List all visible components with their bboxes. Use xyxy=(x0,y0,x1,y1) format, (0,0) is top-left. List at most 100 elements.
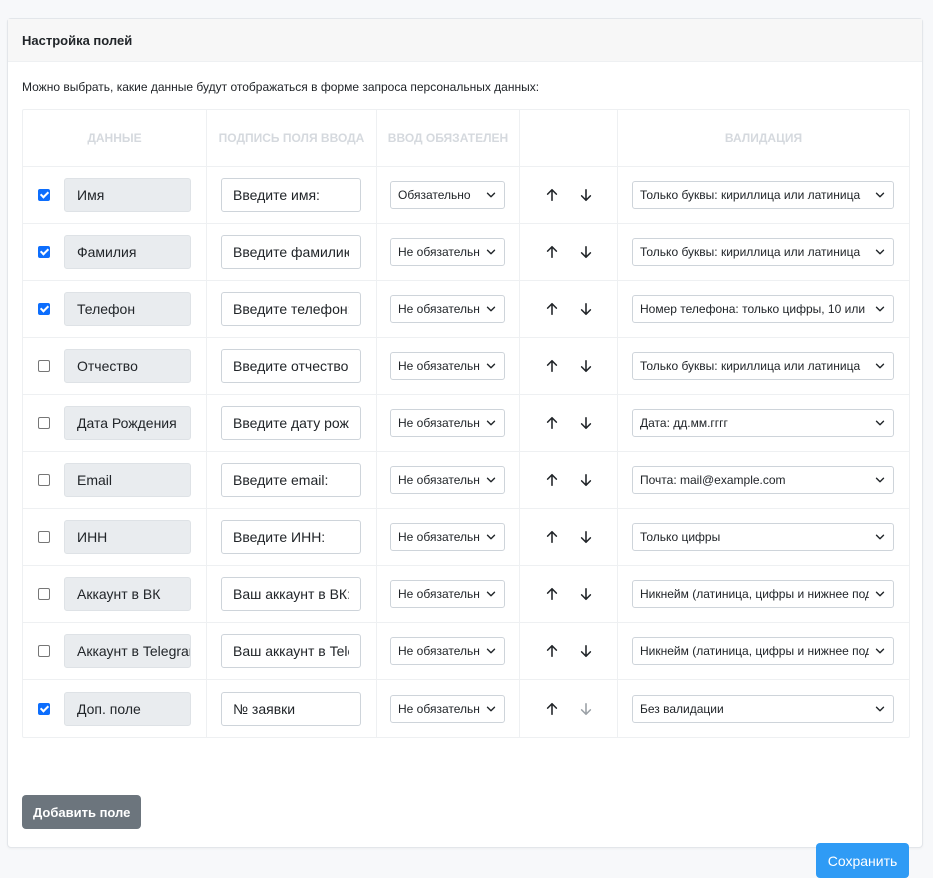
move-down-arrow-icon[interactable] xyxy=(578,643,594,659)
field-name: Отчество xyxy=(64,349,191,383)
field-name: Аккаунт в Telegram xyxy=(64,634,191,668)
move-up-arrow-icon[interactable] xyxy=(544,301,560,317)
required-select[interactable]: Не обязательно xyxy=(390,352,505,380)
required-select[interactable]: Не обязательно xyxy=(390,694,505,723)
field-enabled-checkbox[interactable] xyxy=(38,360,50,372)
header-order xyxy=(520,110,618,166)
field-enabled-checkbox[interactable] xyxy=(38,645,50,657)
cell-required: Обязательно xyxy=(377,167,520,223)
move-up-arrow-icon[interactable] xyxy=(544,701,560,717)
cell-data: Телефон xyxy=(23,281,207,337)
required-select[interactable]: Не обязательно xyxy=(390,637,505,665)
chevron-down-icon xyxy=(875,249,885,255)
required-select[interactable]: Не обязательно xyxy=(390,466,505,494)
move-up-arrow-icon[interactable] xyxy=(544,472,560,488)
required-select-value: Не обязательно xyxy=(398,587,480,601)
save-button[interactable]: Сохранить xyxy=(816,843,909,878)
required-select[interactable]: Обязательно xyxy=(390,181,505,209)
required-select[interactable]: Не обязательно xyxy=(390,295,505,323)
move-up-arrow-icon[interactable] xyxy=(544,358,560,374)
move-down-arrow-icon[interactable] xyxy=(578,301,594,317)
cell-label xyxy=(207,395,377,451)
field-label-input[interactable] xyxy=(221,406,361,440)
validation-select[interactable]: Только буквы: кириллица или латиница xyxy=(632,352,894,380)
cell-required: Не обязательно xyxy=(377,338,520,394)
validation-select[interactable]: Никнейм (латиница, цифры и нижнее подчёр… xyxy=(632,637,894,665)
cell-required: Не обязательно xyxy=(377,452,520,508)
move-down-arrow-icon[interactable] xyxy=(578,529,594,545)
field-label-input[interactable] xyxy=(221,292,361,326)
cell-order xyxy=(520,395,618,451)
field-label-input[interactable] xyxy=(221,577,361,611)
validation-select[interactable]: Только буквы: кириллица или латиница xyxy=(632,238,894,266)
field-label-input[interactable] xyxy=(221,463,361,497)
chevron-down-icon xyxy=(486,477,496,483)
move-up-arrow-icon[interactable] xyxy=(544,244,560,260)
field-name: Телефон xyxy=(64,292,191,326)
add-field-button[interactable]: Добавить поле xyxy=(22,795,142,829)
field-enabled-checkbox[interactable] xyxy=(38,303,50,315)
move-up-arrow-icon[interactable] xyxy=(544,586,560,602)
field-enabled-checkbox[interactable] xyxy=(38,531,50,543)
cell-label xyxy=(207,509,377,565)
field-label-input[interactable] xyxy=(221,349,361,383)
field-label-input[interactable] xyxy=(221,178,361,212)
field-label-input[interactable] xyxy=(221,691,361,726)
move-up-arrow-icon[interactable] xyxy=(544,643,560,659)
move-down-arrow-icon[interactable] xyxy=(578,415,594,431)
field-enabled-checkbox[interactable] xyxy=(38,189,50,201)
validation-select[interactable]: Никнейм (латиница, цифры и нижнее подчёр… xyxy=(632,580,894,608)
field-enabled-checkbox[interactable] xyxy=(38,246,50,258)
required-select-value: Не обязательно xyxy=(398,416,480,430)
cell-label xyxy=(207,338,377,394)
header-data: ДАННЫЕ xyxy=(23,110,207,166)
field-label-input[interactable] xyxy=(221,235,361,269)
cell-order xyxy=(520,167,618,223)
cell-required: Не обязательно xyxy=(377,566,520,622)
move-down-arrow-icon[interactable] xyxy=(578,187,594,203)
validation-select[interactable]: Без валидации xyxy=(632,694,894,723)
chevron-down-icon xyxy=(875,363,885,369)
chevron-down-icon xyxy=(875,192,885,198)
move-up-arrow-icon[interactable] xyxy=(544,529,560,545)
field-name: Email xyxy=(64,463,191,497)
required-select-value: Обязательно xyxy=(398,188,471,202)
order-controls xyxy=(520,415,617,431)
field-enabled-checkbox[interactable] xyxy=(38,588,50,600)
cell-validation: Только цифры xyxy=(618,509,909,565)
validation-select[interactable]: Только цифры xyxy=(632,523,894,551)
field-enabled-checkbox[interactable] xyxy=(38,702,50,715)
cell-order xyxy=(520,509,618,565)
table-row: Имя Обязательно Только буквы: кирил xyxy=(23,167,909,224)
field-label-input[interactable] xyxy=(221,520,361,554)
cell-required: Не обязательно xyxy=(377,623,520,679)
move-down-arrow-icon[interactable] xyxy=(578,586,594,602)
field-name: Доп. поле xyxy=(64,691,191,726)
required-select[interactable]: Не обязательно xyxy=(390,409,505,437)
cell-label xyxy=(207,623,377,679)
required-select[interactable]: Не обязательно xyxy=(390,238,505,266)
move-down-arrow-icon[interactable] xyxy=(578,244,594,260)
move-up-arrow-icon[interactable] xyxy=(544,415,560,431)
required-select[interactable]: Не обязательно xyxy=(390,580,505,608)
move-up-arrow-icon[interactable] xyxy=(544,187,560,203)
move-down-arrow-icon[interactable] xyxy=(578,472,594,488)
panel-title: Настройка полей xyxy=(8,19,922,62)
chevron-down-icon xyxy=(875,420,885,426)
cell-label xyxy=(207,680,377,737)
header-label: ПОДПИСЬ ПОЛЯ ВВОДА xyxy=(207,110,377,166)
validation-select[interactable]: Номер телефона: только цифры, 10 или 11 xyxy=(632,295,894,323)
move-down-arrow-icon[interactable] xyxy=(578,358,594,374)
validation-select[interactable]: Почта: mail@example.com xyxy=(632,466,894,494)
field-name: Дата Рождения xyxy=(64,406,191,440)
move-down-arrow-icon[interactable] xyxy=(578,701,594,717)
validation-select[interactable]: Дата: дд.мм.гггг xyxy=(632,409,894,437)
field-enabled-checkbox[interactable] xyxy=(38,474,50,486)
field-label-input[interactable] xyxy=(221,634,361,668)
cell-data: Фамилия xyxy=(23,224,207,280)
cell-order xyxy=(520,338,618,394)
validation-select[interactable]: Только буквы: кириллица или латиница xyxy=(632,181,894,209)
field-enabled-checkbox[interactable] xyxy=(38,417,50,429)
required-select[interactable]: Не обязательно xyxy=(390,523,505,551)
chevron-down-icon xyxy=(486,192,496,198)
